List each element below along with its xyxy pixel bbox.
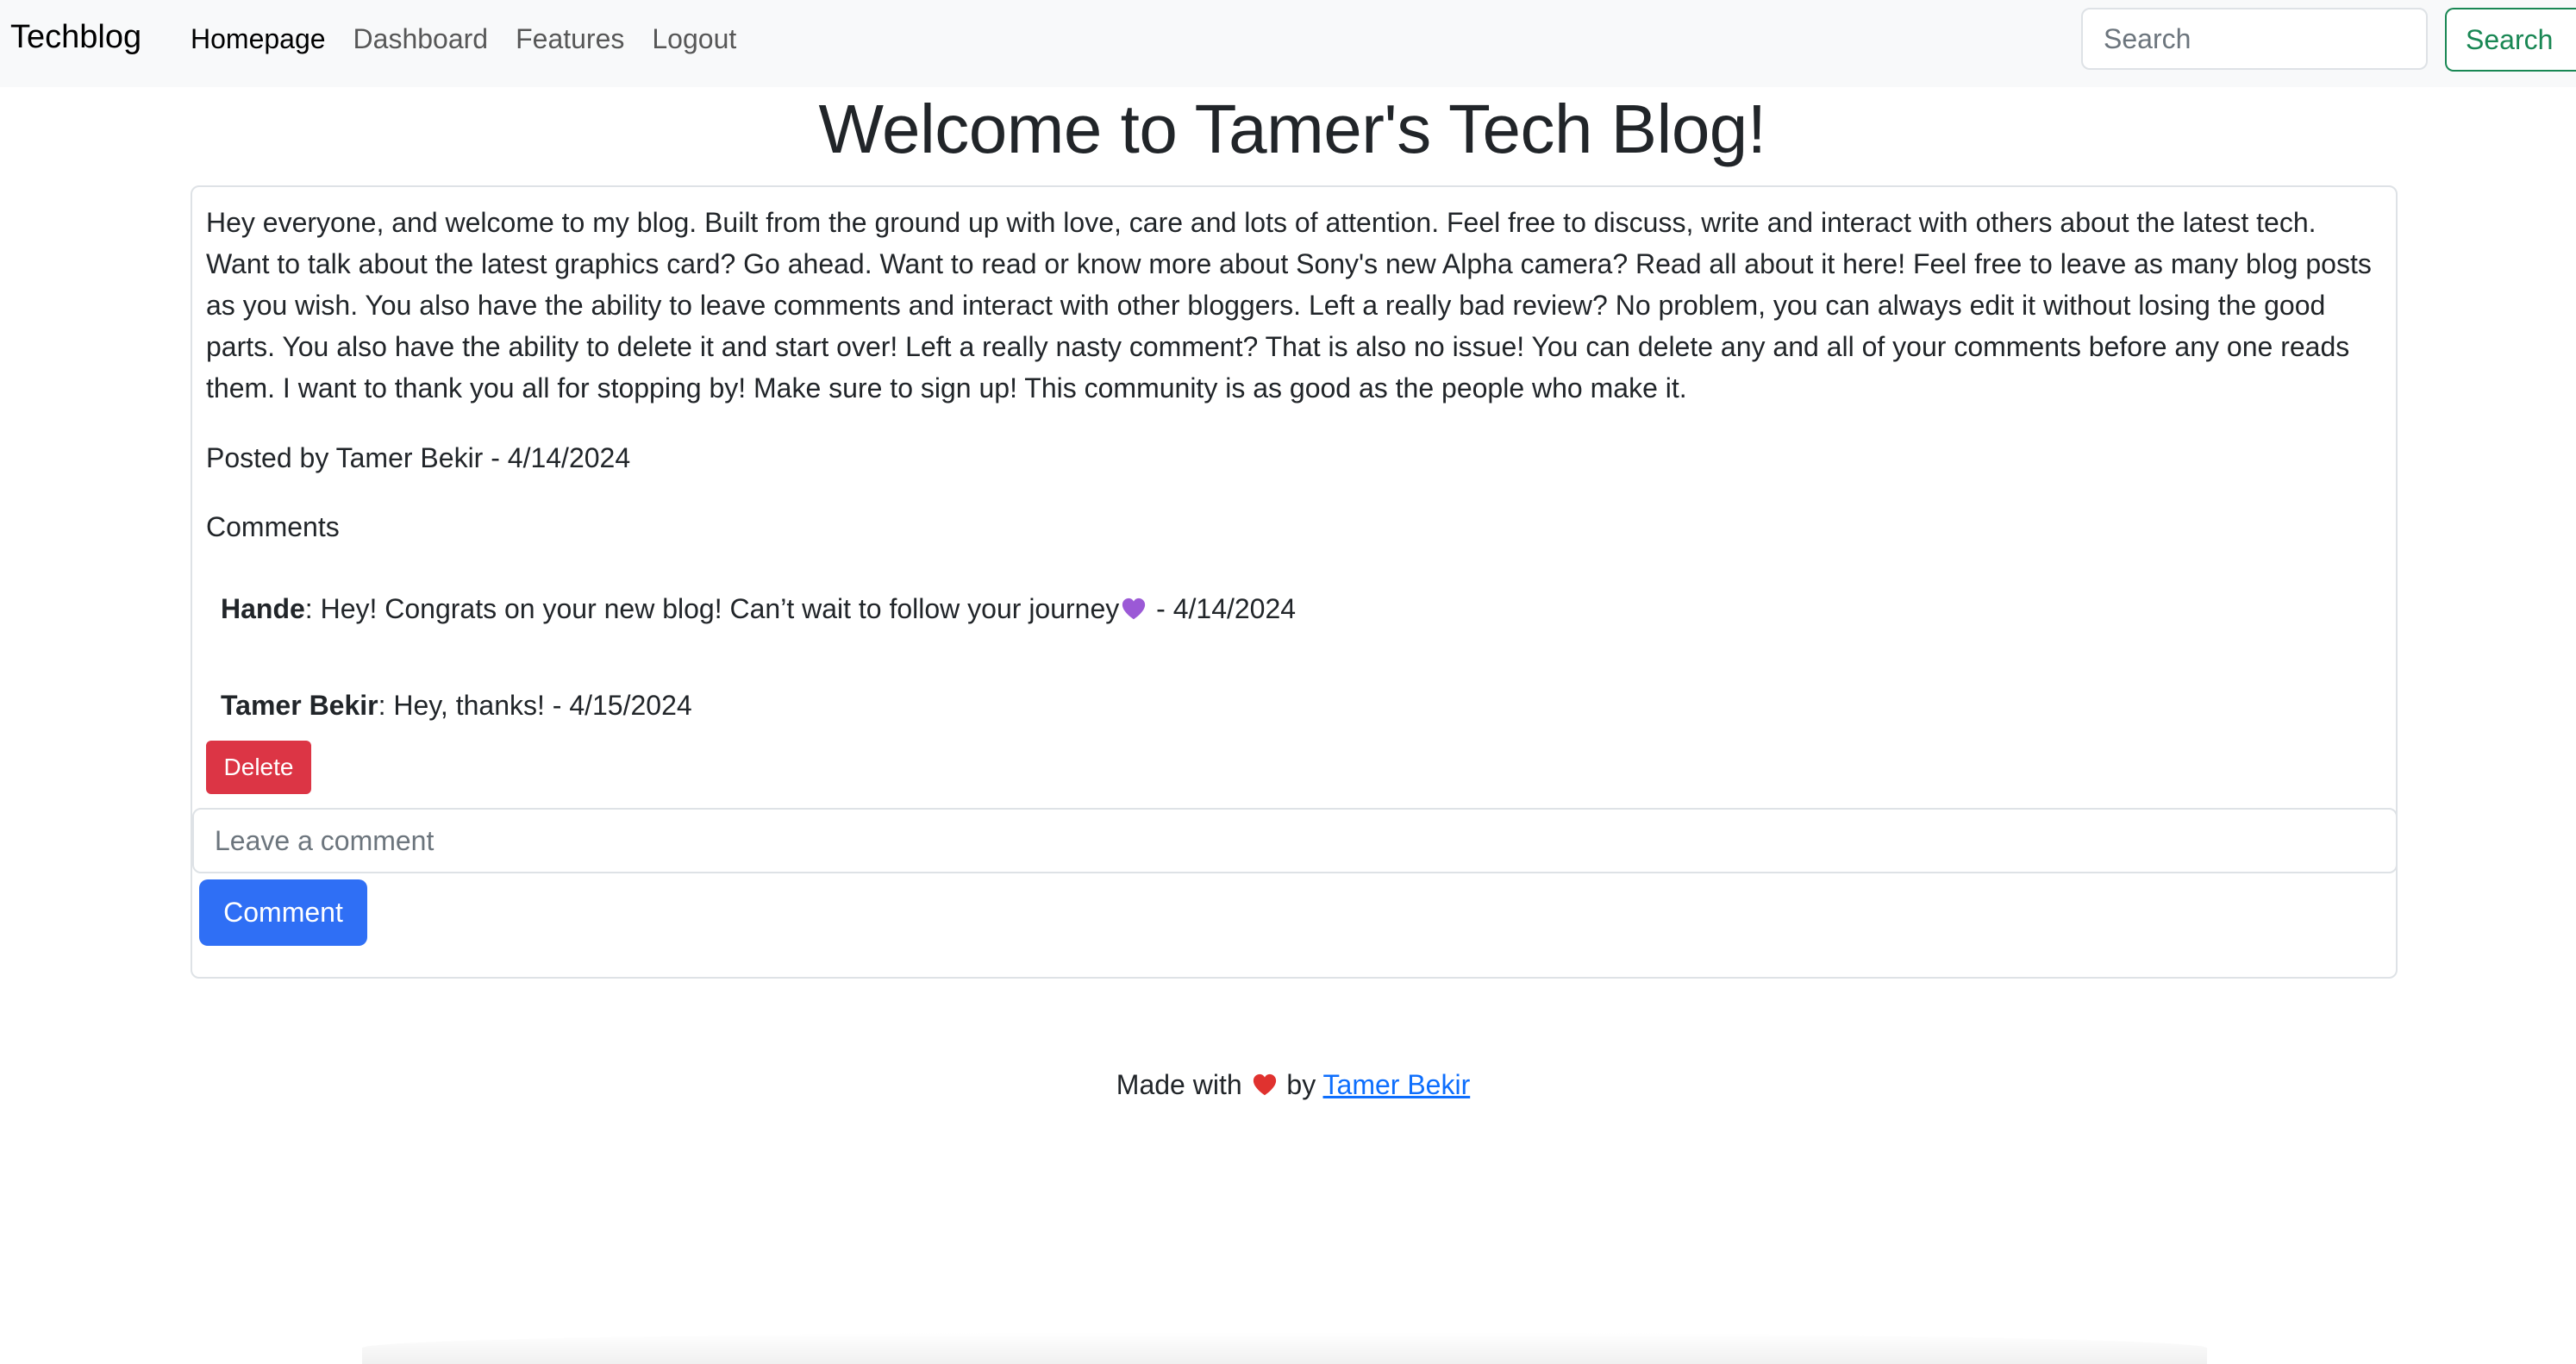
- post-body: Hey everyone, and welcome to my blog. Bu…: [206, 207, 2372, 404]
- nav-link-homepage[interactable]: Homepage: [191, 23, 326, 55]
- comment-item: Hande: Hey! Congrats on your new blog! C…: [221, 588, 1296, 629]
- footer-by: by: [1286, 1069, 1316, 1100]
- comments-heading: Comments: [206, 511, 340, 542]
- footer-author-link[interactable]: Tamer Bekir: [1323, 1069, 1471, 1100]
- comment-item: Tamer Bekir: Hey, thanks! - 4/15/2024: [221, 685, 692, 726]
- search-input[interactable]: [2081, 8, 2428, 70]
- bottom-shadow: [362, 1332, 2207, 1364]
- comment-author: Tamer Bekir: [221, 690, 378, 721]
- comment-text: : Hey, thanks!: [378, 690, 545, 721]
- brand-link[interactable]: Techblog: [10, 19, 141, 56]
- comment-input[interactable]: [192, 808, 2398, 873]
- comment-author: Hande: [221, 593, 305, 624]
- nav-link-features[interactable]: Features: [516, 23, 624, 55]
- nav-links: Homepage Dashboard Features Logout: [191, 23, 764, 55]
- post-meta: Posted by Tamer Bekir - 4/14/2024: [206, 442, 631, 473]
- navbar: Techblog Homepage Dashboard Features Log…: [0, 0, 2576, 87]
- footer-prefix: Made with: [1116, 1069, 1242, 1100]
- purple-heart-icon: [1122, 598, 1146, 620]
- footer: Made with by Tamer Bekir: [0, 1064, 2576, 1105]
- comment-button[interactable]: Comment: [199, 879, 367, 946]
- nav-link-dashboard[interactable]: Dashboard: [353, 23, 489, 55]
- page-title: Welcome to Tamer's Tech Blog!: [818, 91, 1766, 167]
- comment-date: - 4/15/2024: [544, 690, 692, 721]
- comment-text: : Hey! Congrats on your new blog! Can’t …: [304, 593, 1120, 624]
- search-button[interactable]: Search: [2445, 8, 2576, 72]
- nav-link-logout[interactable]: Logout: [652, 23, 736, 55]
- red-heart-icon: [1253, 1073, 1276, 1096]
- comment-date: - 4/14/2024: [1148, 593, 1297, 624]
- post-card: Hey everyone, and welcome to my blog. Bu…: [191, 185, 2398, 979]
- delete-comment-button[interactable]: Delete: [206, 741, 311, 794]
